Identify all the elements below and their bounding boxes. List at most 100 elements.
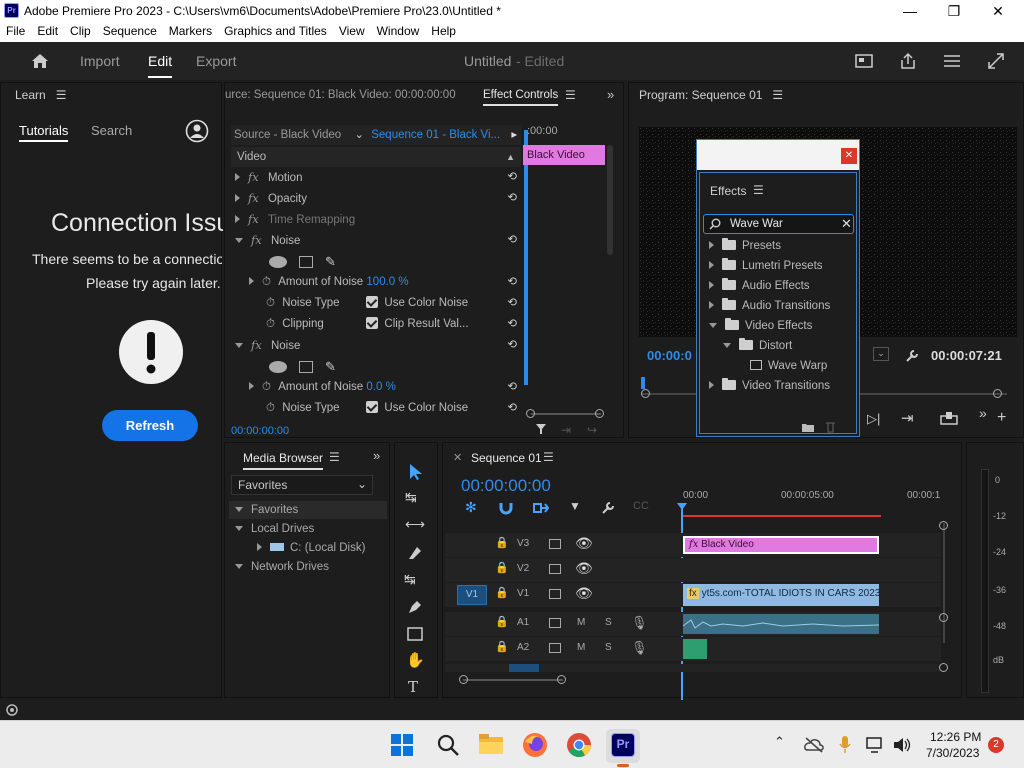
pen-tool-icon[interactable] (407, 599, 423, 615)
play-only-clip-icon[interactable]: ▸ (511, 129, 517, 141)
expand-icon[interactable] (235, 215, 240, 223)
clear-search-icon[interactable]: ✕ (841, 216, 852, 232)
fx-row[interactable]: ⏱ Amount of Noise 0.0 % ⟲ (231, 377, 521, 398)
hand-tool-icon[interactable]: ✋ (406, 651, 425, 669)
show-hidden-icons-icon[interactable]: ⌃ (774, 734, 785, 750)
background-task-icon[interactable] (4, 704, 20, 716)
vscroll-handle-top[interactable] (939, 521, 948, 530)
step-forward-icon[interactable]: ▷| (867, 411, 880, 427)
cloud-off-icon[interactable] (804, 737, 824, 753)
vscroll-handle-lower[interactable] (939, 663, 948, 672)
clock-date[interactable]: 7/30/2023 (926, 746, 979, 760)
reset-icon[interactable]: ⟲ (507, 335, 517, 356)
wrench-icon[interactable] (905, 349, 919, 363)
quick-export-icon[interactable] (855, 53, 873, 69)
tab-export[interactable]: Export (196, 53, 236, 69)
program-zoom-right[interactable] (993, 389, 1002, 398)
fx-zoom-slider[interactable] (531, 413, 601, 415)
collapse-icon[interactable] (235, 564, 243, 569)
media-tree-item[interactable]: Favorites (229, 501, 387, 519)
program-tab[interactable]: Program: Sequence 01 (639, 88, 762, 102)
reset-icon[interactable]: ⟲ (507, 398, 517, 413)
checkbox[interactable] (366, 401, 379, 413)
effect-controls-tab[interactable]: Effect Controls (483, 89, 559, 106)
chrome-icon[interactable] (566, 732, 592, 758)
collapse-icon[interactable] (709, 323, 717, 328)
menu-file[interactable]: File (0, 22, 31, 42)
reset-icon[interactable]: ⟲ (507, 314, 517, 335)
expand-icon[interactable] (235, 173, 240, 181)
insert-icon[interactable]: ⇥ (901, 409, 914, 427)
program-playhead[interactable] (641, 377, 645, 389)
chevron-down-icon[interactable]: ⌄ (354, 129, 364, 141)
more-controls-icon[interactable]: » (979, 405, 987, 421)
nest-icon[interactable]: ✻ (465, 499, 477, 516)
refresh-button[interactable]: Refresh (102, 410, 198, 441)
fx-effect-name[interactable]: Motion (268, 172, 303, 184)
sync-lock-icon[interactable] (549, 539, 561, 549)
source-tab[interactable]: urce: Sequence 01: Black Video: 00:00:00… (225, 89, 456, 101)
type-tool-icon[interactable]: T (408, 678, 418, 696)
slip-tool-icon[interactable]: ↹ (404, 571, 416, 588)
fx-row[interactable]: ⏱ Clipping Clip Result Val... ⟲ (231, 314, 521, 335)
expand-icon[interactable] (235, 194, 240, 202)
close-icon[interactable]: ✕ (841, 148, 857, 164)
effects-tree-item[interactable]: Lumetri Presets (709, 258, 823, 272)
tab-search[interactable]: Search (91, 123, 132, 138)
source-patch-a1[interactable] (509, 664, 539, 672)
collapse-icon[interactable]: ▲ (506, 147, 515, 167)
fx-effect-name[interactable]: Noise (271, 340, 300, 352)
playhead[interactable] (524, 130, 528, 385)
solo-icon[interactable]: S (605, 642, 612, 653)
effects-tree-item[interactable]: Video Transitions (709, 378, 830, 392)
reset-icon[interactable]: ⟲ (507, 293, 517, 314)
expand-icon[interactable] (709, 281, 714, 289)
pen-mask-icon[interactable]: ✎ (325, 356, 336, 377)
close-window-button[interactable]: ✕ (976, 1, 1020, 21)
reset-icon[interactable]: ⟲ (507, 188, 517, 209)
fx-scrollbar[interactable] (607, 145, 613, 255)
menu-window[interactable]: Window (371, 22, 426, 42)
lock-icon[interactable]: 🔒 (495, 586, 509, 599)
fx-timecode[interactable]: 00:00:00:00 (231, 425, 289, 437)
menu-help[interactable]: Help (425, 22, 462, 42)
track-select-tool-icon[interactable]: ↹ (405, 489, 417, 506)
menu-edit[interactable]: Edit (31, 22, 64, 42)
search-icon[interactable] (436, 733, 460, 757)
voiceover-mic-icon[interactable]: 🎙 (631, 615, 648, 631)
collapse-icon[interactable] (235, 526, 243, 531)
notification-badge[interactable]: 2 (988, 737, 1004, 753)
checkbox[interactable] (366, 317, 379, 329)
minimize-button[interactable]: — (888, 1, 932, 21)
checkbox[interactable] (366, 296, 379, 308)
effects-tree-item[interactable]: Audio Transitions (709, 298, 830, 312)
timeline-timecode[interactable]: 00:00:00:00 (461, 476, 551, 496)
pen-mask-icon[interactable]: ✎ (325, 251, 336, 272)
eye-icon[interactable]: 👁 (575, 535, 593, 552)
fx-row[interactable]: ⏱ Noise Type Use Color Noise ⟲ (231, 398, 521, 413)
ripple-edit-tool-icon[interactable]: ⟷ (405, 516, 425, 533)
fx-row[interactable]: fx Noise ⟲ (231, 230, 521, 251)
lock-icon[interactable]: 🔒 (495, 640, 509, 653)
panel-menu-icon[interactable]: ☰ (329, 450, 340, 464)
panel-menu-icon[interactable]: ☰ (56, 88, 67, 102)
sequence-clip-label[interactable]: Sequence 01 - Black Vi... (371, 129, 500, 141)
lock-icon[interactable]: 🔒 (495, 615, 509, 628)
reset-icon[interactable]: ⟲ (507, 167, 517, 188)
filter-icon[interactable] (535, 423, 547, 435)
panel-menu-icon[interactable]: ☰ (772, 88, 783, 102)
fx-row[interactable]: ⏱ Amount of Noise 100.0 % ⟲ (231, 272, 521, 293)
menu-view[interactable]: View (333, 22, 371, 42)
black-video-clip[interactable]: fx Black Video (683, 536, 879, 554)
effects-tree-item[interactable]: Presets (709, 238, 781, 252)
collapse-icon[interactable] (235, 238, 243, 243)
work-area-bar[interactable] (681, 515, 881, 517)
overwrite-icon[interactable] (940, 411, 958, 425)
firefox-icon[interactable] (522, 732, 548, 758)
expand-icon[interactable] (709, 301, 714, 309)
rectangle-mask-icon[interactable] (299, 256, 313, 268)
fullscreen-icon[interactable] (987, 52, 1005, 70)
clock-time[interactable]: 12:26 PM (930, 730, 981, 744)
timeline-zoom-right[interactable] (557, 675, 566, 684)
playhead-handle[interactable] (677, 503, 687, 510)
